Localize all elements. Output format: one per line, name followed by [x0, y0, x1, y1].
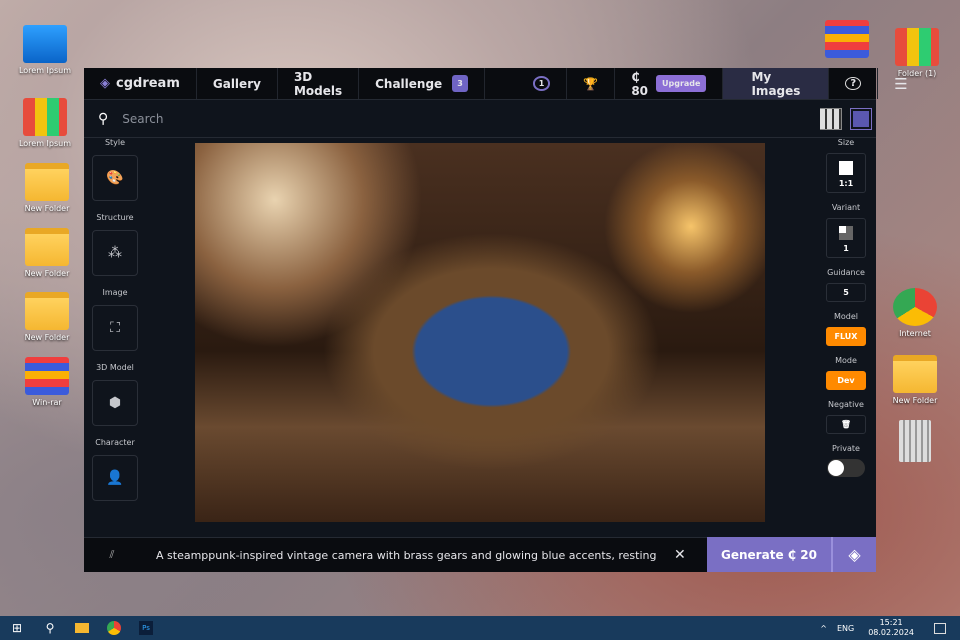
- logo-icon: ◈: [100, 76, 110, 91]
- negative-trash-icon[interactable]: 🗑: [826, 415, 866, 434]
- square-icon: [839, 161, 853, 175]
- image-label: Image: [102, 288, 128, 297]
- guidance-label: Guidance: [827, 268, 865, 277]
- clear-prompt-icon[interactable]: ✕: [674, 547, 686, 563]
- grid-icon: [839, 226, 853, 240]
- private-toggle[interactable]: [827, 459, 865, 477]
- generate-area: Generate ₵ 20 ◈: [707, 537, 876, 572]
- language-indicator[interactable]: ENG: [837, 624, 854, 633]
- taskbar: ⊞ ⚲ Ps ^ ENG 15:21 08.02.2024: [0, 616, 960, 640]
- character-label: Character: [95, 438, 135, 447]
- top-nav: ◈ cgdream Gallery 3D Models Challenge 3 1 …: [84, 68, 908, 100]
- menu-icon[interactable]: ☰: [878, 68, 923, 99]
- photoshop-icon[interactable]: Ps: [139, 621, 153, 635]
- desktop-icon[interactable]: New Folder: [12, 163, 82, 213]
- image-button[interactable]: ⛶: [92, 305, 138, 351]
- help-glyph: ?: [845, 77, 862, 90]
- notifications-icon[interactable]: [934, 622, 946, 634]
- clock[interactable]: 15:21 08.02.2024: [868, 618, 914, 638]
- generated-image-camera[interactable]: [195, 143, 765, 522]
- style-label: Style: [104, 138, 126, 147]
- chrome-icon[interactable]: [107, 621, 121, 635]
- generate-button[interactable]: Generate ₵ 20: [707, 537, 833, 572]
- generate-options-icon[interactable]: ◈: [833, 537, 876, 572]
- icon-label: Win-rar: [32, 398, 62, 407]
- model-label: Model: [833, 312, 859, 321]
- prompt-style-icon[interactable]: ⫽: [84, 548, 140, 562]
- variant-label: Variant: [831, 203, 861, 212]
- variant-button[interactable]: 1: [826, 218, 866, 258]
- start-button-icon[interactable]: ⊞: [0, 621, 34, 635]
- icon-label: Lorem Ipsum: [18, 66, 72, 75]
- negative-label: Negative: [828, 400, 864, 409]
- brand-logo[interactable]: ◈ cgdream: [84, 68, 197, 99]
- credit-count: ₵ 80: [631, 69, 649, 98]
- desktop-icon[interactable]: Win-rar: [12, 357, 82, 407]
- icon-label: New Folder: [24, 333, 70, 342]
- desktop-icon[interactable]: New Folder: [880, 355, 950, 405]
- mode-select[interactable]: Dev: [826, 371, 866, 390]
- search-taskbar-icon[interactable]: ⚲: [34, 621, 66, 635]
- size-button[interactable]: 1:1: [826, 153, 866, 193]
- challenge-badge: 3: [452, 75, 468, 92]
- icon-label: Lorem Ipsum: [18, 139, 72, 148]
- toggle-knob: [828, 460, 844, 476]
- character-button[interactable]: 👤: [92, 455, 138, 501]
- time: 15:21: [879, 618, 903, 627]
- search-bar[interactable]: ⚲ Search: [84, 100, 876, 138]
- variant-value: 1: [843, 244, 849, 253]
- left-panel: Style 🎨 Structure ⁂ Image ⛶ 3D Model ⬢ Chara…: [84, 138, 146, 513]
- size-label: Size: [837, 138, 855, 147]
- desktop-icon[interactable]: Lorem Ipsum: [10, 25, 80, 75]
- icon-label: Internet: [899, 329, 931, 338]
- desktop-icon[interactable]: New Folder: [12, 228, 82, 278]
- challenge-label: Challenge: [375, 76, 443, 91]
- guidance-input[interactable]: 5: [826, 283, 866, 302]
- search-icon: ⚲: [98, 110, 109, 127]
- mode-label: Mode: [835, 356, 857, 365]
- date: 08.02.2024: [868, 628, 914, 637]
- 3d-model-label: 3D Model: [96, 363, 134, 372]
- desktop-icon-winrar[interactable]: [812, 20, 882, 61]
- credits: ₵ 80 Upgrade: [615, 68, 724, 99]
- trophy-icon[interactable]: 🏆: [567, 68, 616, 99]
- structure-button[interactable]: ⁂: [92, 230, 138, 276]
- help-icon[interactable]: ?: [829, 68, 879, 99]
- search-input[interactable]: Search: [122, 112, 820, 126]
- level-badge[interactable]: 1: [517, 68, 568, 99]
- nav-3d-models[interactable]: 3D Models: [278, 68, 360, 99]
- tray-chevron-icon[interactable]: ^: [820, 624, 827, 633]
- icon-label: New Folder: [892, 396, 938, 405]
- nav-challenge[interactable]: Challenge 3: [359, 68, 485, 99]
- my-images-button[interactable]: My Images: [723, 68, 830, 99]
- size-value: 1:1: [838, 179, 854, 188]
- 3d-model-button[interactable]: ⬢: [92, 380, 138, 426]
- grid-view-icon[interactable]: [850, 107, 872, 130]
- recycle-bin-icon[interactable]: [880, 420, 950, 465]
- prompt-input[interactable]: A steamppunk-inspired vintage camera wit…: [140, 549, 660, 562]
- icon-label: New Folder: [24, 204, 70, 213]
- prompt-bar: ⫽ A steamppunk-inspired vintage camera w…: [84, 537, 876, 572]
- structure-label: Structure: [96, 213, 134, 222]
- style-button[interactable]: 🎨: [92, 155, 138, 201]
- desktop-icon[interactable]: Internet: [880, 288, 950, 338]
- desktop-icon[interactable]: New Folder: [12, 292, 82, 342]
- right-panel: Size 1:1 Variant 1 Guidance 5 Model FLUX…: [816, 138, 876, 477]
- desktop-icon[interactable]: Lorem Ipsum: [10, 98, 80, 148]
- model-select[interactable]: FLUX: [826, 327, 866, 346]
- level-number: 1: [532, 76, 551, 91]
- private-label: Private: [832, 444, 860, 453]
- upgrade-button[interactable]: Upgrade: [656, 75, 707, 92]
- nav-gallery[interactable]: Gallery: [197, 68, 278, 99]
- brand-name: cgdream: [116, 76, 180, 91]
- cgdream-window: ◈ cgdream Gallery 3D Models Challenge 3 1 …: [84, 68, 908, 572]
- columns-view-icon[interactable]: [820, 107, 842, 130]
- icon-label: New Folder: [24, 269, 70, 278]
- file-explorer-icon[interactable]: [75, 623, 89, 633]
